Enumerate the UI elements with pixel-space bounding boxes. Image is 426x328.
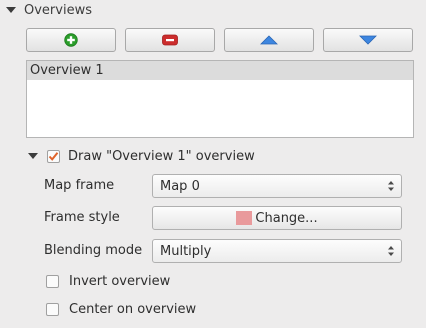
blending-mode-label: Blending mode — [44, 243, 143, 258]
list-item[interactable]: Overview 1 — [27, 61, 413, 80]
draw-overview-group[interactable]: Draw "Overview 1" overview — [26, 146, 255, 166]
center-on-overview-checkbox[interactable] — [46, 302, 59, 316]
move-down-button[interactable] — [323, 28, 413, 52]
change-button-label: Change... — [255, 210, 318, 226]
invert-overview-label: Invert overview — [69, 273, 171, 289]
checkmark-icon — [48, 151, 59, 161]
collapse-arrow-icon[interactable] — [28, 153, 38, 159]
overview-list[interactable]: Overview 1 — [26, 60, 414, 138]
move-up-button[interactable] — [224, 28, 314, 52]
section-title: Overviews — [24, 2, 92, 18]
map-frame-value: Map 0 — [160, 178, 200, 194]
collapse-arrow-icon[interactable] — [6, 7, 16, 13]
spinner-arrows-icon — [388, 246, 394, 256]
map-frame-label: Map frame — [44, 178, 115, 193]
plus-icon — [64, 33, 78, 47]
color-swatch — [236, 211, 253, 225]
spinner-arrows-icon — [388, 181, 394, 191]
map-frame-select[interactable]: Map 0 — [152, 174, 402, 198]
frame-style-change-button[interactable]: Change... — [152, 206, 402, 230]
blending-mode-select[interactable]: Multiply — [152, 239, 402, 263]
blending-mode-value: Multiply — [160, 243, 212, 259]
invert-overview-checkbox[interactable] — [46, 274, 59, 288]
remove-overview-button[interactable] — [125, 28, 215, 52]
frame-style-label: Frame style — [44, 210, 120, 225]
draw-overview-checkbox[interactable] — [47, 149, 60, 163]
center-on-overview-label: Center on overview — [69, 301, 197, 317]
draw-overview-label: Draw "Overview 1" overview — [68, 148, 255, 164]
triangle-down-icon — [359, 35, 377, 45]
center-on-overview-option[interactable]: Center on overview — [46, 299, 196, 319]
minus-icon — [162, 34, 178, 46]
invert-overview-option[interactable]: Invert overview — [46, 271, 170, 291]
triangle-up-icon — [260, 35, 278, 45]
add-overview-button[interactable] — [26, 28, 116, 52]
overviews-section-header[interactable]: Overviews — [6, 0, 92, 20]
